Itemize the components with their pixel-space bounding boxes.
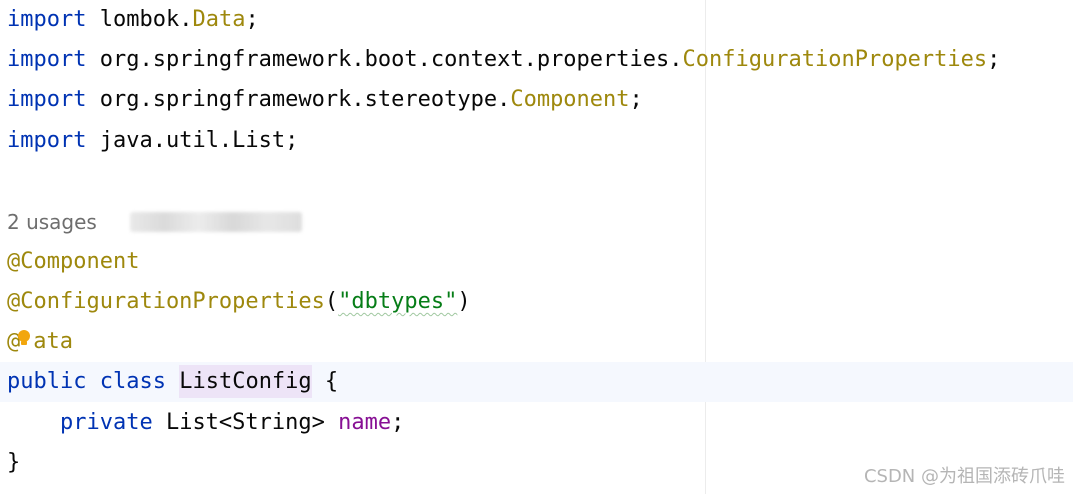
annotation-component[interactable]: @Component [7,242,139,282]
import-class[interactable]: Component [510,87,629,112]
open-brace: { [311,369,339,394]
keyword-class: class [99,369,166,394]
paren-open: ( [324,289,339,314]
field-name[interactable]: name [338,410,391,435]
code-editor[interactable]: import lombok.Data; import org.springfra… [0,0,1073,494]
lightbulb-icon[interactable] [17,330,31,346]
annotation-data-rest: ata [33,329,73,354]
semicolon: ; [629,87,643,112]
import-class[interactable]: ConfigurationProperties [683,47,988,72]
author-inlay-blurred [130,212,302,232]
import-package: lombok. [86,7,193,32]
paren-close: ) [457,289,471,314]
field-type: List<String> [152,410,339,435]
import-package: org.springframework.boot.context.propert… [86,47,683,72]
code-line-configuration-properties[interactable]: @ConfigurationProperties("dbtypes") [7,282,471,322]
usages-inlay-hint[interactable]: 2 usages [7,202,97,242]
string-literal-dbtypes[interactable]: "dbtypes" [338,289,457,314]
keyword-import: import [7,87,87,112]
import-package: org.springframework.stereotype. [86,87,511,112]
code-line-3[interactable]: import org.springframework.stereotype.Co… [7,80,643,120]
code-line-field[interactable]: private List<String> name; [7,403,404,443]
semicolon: ; [987,47,1001,72]
annotation-configuration-properties[interactable]: @ConfigurationProperties [7,289,325,314]
import-class[interactable]: Data [192,7,245,32]
keyword-import: import [7,47,87,72]
watermark: CSDN @为祖国添砖爪哇 [863,466,1065,487]
semicolon: ; [245,7,259,32]
close-brace: } [7,450,21,475]
semicolon: ; [391,410,405,435]
keyword-import: import [7,7,87,32]
semicolon: ; [285,128,299,153]
class-name[interactable]: ListConfig [179,365,312,398]
keyword-private: private [59,410,153,435]
code-line-4[interactable]: import java.util.List; [7,121,298,161]
keyword-public: public [7,369,87,394]
code-line-1[interactable]: import lombok.Data; [7,0,259,40]
code-line-class-declaration[interactable]: public class ListConfig { [7,362,338,402]
import-path: java.util.List [86,128,286,153]
code-line-2[interactable]: import org.springframework.boot.context.… [7,40,1000,80]
keyword-import: import [7,128,87,153]
